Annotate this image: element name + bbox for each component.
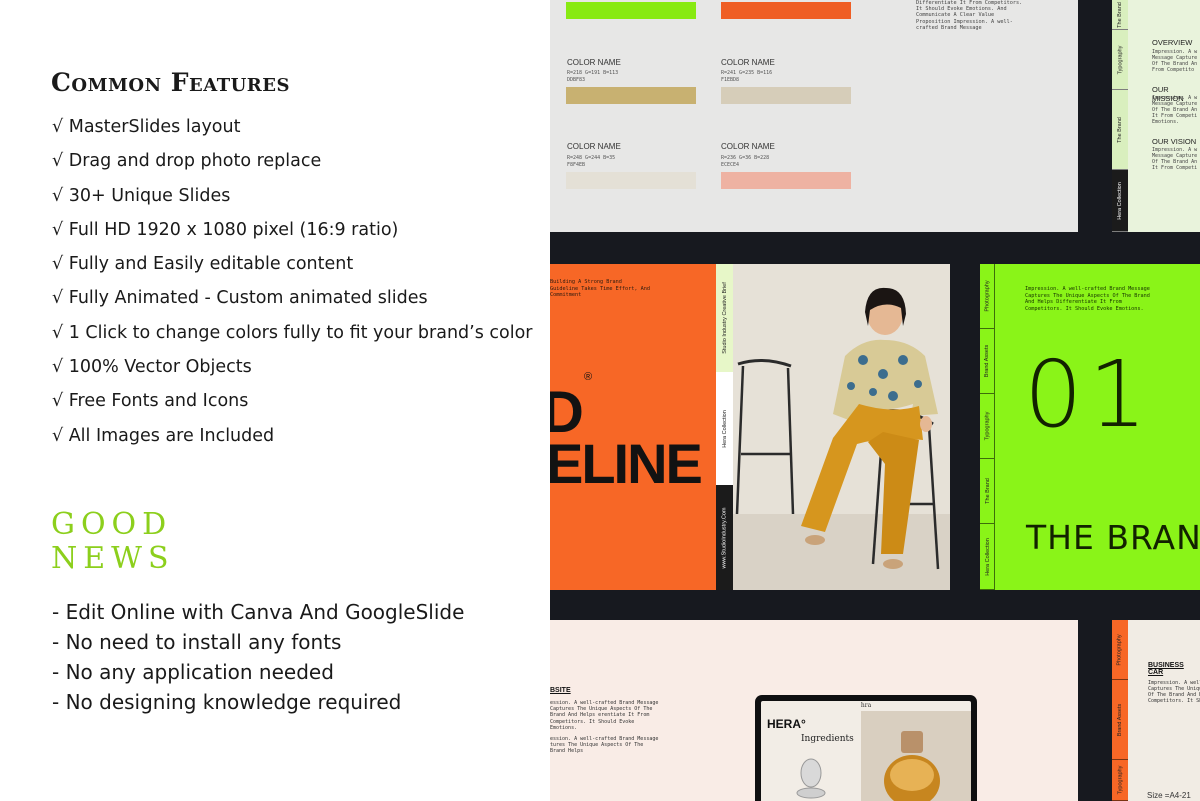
tab: Brand Assets — [1112, 680, 1128, 760]
model-photo — [733, 264, 950, 590]
feature-item: √ Fully Animated - Custom animated slide… — [52, 288, 428, 309]
color-rgb: R=241 G=235 B=116 — [721, 70, 773, 76]
color-hex: F8F4EB — [567, 162, 586, 168]
features-list: √ MasterSlides layout √ Drag and drop ph… — [52, 115, 533, 458]
color-swatch — [721, 87, 851, 104]
feature-item: √ 30+ Unique Slides — [52, 185, 231, 206]
good-news-list: - Edit Online with Canva And GoogleSlide… — [52, 598, 464, 718]
perfume-bottle-image — [861, 711, 971, 801]
guideline-side-strip: Studio Industry Creative Brief Hera Coll… — [716, 264, 733, 590]
good-news-line: NEWS — [51, 541, 175, 576]
brand-chapter-slide: Photography Brand Assets Typography The … — [980, 264, 1200, 590]
color-name: COLOR NAME — [567, 142, 621, 151]
color-rgb: R=236 G=36 B=228 — [721, 155, 770, 161]
color-swatch — [566, 2, 696, 19]
website-body: ession. A well-crafted Brand Message Cap… — [550, 700, 659, 731]
color-palette-slide: COLOR NAME R=218 G=191 B=113 DDBF83 COLO… — [550, 0, 1078, 232]
overview-tabs: The Brand Typography The Brand Hera Coll… — [1112, 0, 1128, 232]
color-swatch — [721, 172, 851, 189]
registered-mark: ® — [584, 371, 593, 383]
chapter-title: THE BRAND — [1026, 518, 1200, 557]
chapter-number: 01 — [1024, 341, 1154, 448]
color-hex: DDBF83 — [567, 77, 586, 83]
vision-body: Impression. A w Message Capture Of The B… — [1152, 147, 1198, 171]
business-card-body: Impression. A well-c Captures The Unique… — [1148, 680, 1200, 704]
color-hex: F1EBD8 — [721, 77, 740, 83]
website-body: ession. A well-crafted Brand Message tur… — [550, 736, 659, 755]
color-swatch — [566, 172, 696, 189]
overview-body: Impression. A w Message Capture Of The B… — [1152, 49, 1198, 73]
overview-heading: OVERVIEW — [1152, 38, 1193, 47]
feature-item: √ Free Fonts and Icons — [52, 391, 249, 412]
common-features-title: Common Features — [51, 68, 290, 97]
business-card-tabs: Photography Brand Assets Typography — [1112, 620, 1128, 801]
tab: Photography — [1112, 620, 1128, 680]
feature-item: √ 100% Vector Objects — [52, 357, 252, 378]
feature-item: √ 1 Click to change colors fully to fit … — [52, 322, 533, 343]
tab: Typography — [1112, 760, 1128, 801]
color-name: COLOR NAME — [721, 142, 775, 151]
laptop-mockup: hra HERA° Ingredients — [755, 695, 977, 801]
ingredient-image — [796, 758, 826, 799]
tab: Hera Collection — [1112, 170, 1128, 232]
good-news-heading: GOOD NEWS — [51, 508, 175, 576]
tab: The Brand — [1112, 90, 1128, 170]
news-item: - No any application needed — [52, 660, 334, 684]
news-item: - No need to install any fonts — [52, 630, 342, 654]
site-brand: HERA° — [767, 717, 806, 731]
tab: The Brand — [1112, 0, 1128, 30]
business-card-heading: BUSINESS CAR — [1148, 662, 1184, 676]
tab: Typography — [980, 394, 995, 459]
feature-item: √ MasterSlides layout — [52, 117, 241, 137]
slides-mockup: COLOR NAME R=218 G=191 B=113 DDBF83 COLO… — [550, 0, 1200, 801]
palette-body-text: Differentiate It From Competitors. It Sh… — [916, 0, 1023, 31]
site-logo: hra — [860, 702, 872, 709]
tab: Photography — [980, 264, 995, 329]
tab: The Brand — [980, 459, 995, 524]
news-item: - No designing knowledge required — [52, 690, 402, 714]
strip-label: Hera Collection — [721, 409, 728, 448]
color-name: COLOR NAME — [567, 58, 621, 67]
laptop-screen: hra HERA° Ingredients — [761, 701, 971, 801]
guideline-title-line: ELINE — [550, 432, 703, 495]
feature-item: √ Full HD 1920 x 1080 pixel (16:9 ratio) — [52, 219, 399, 240]
feature-item: √ All Images are Included — [52, 425, 275, 446]
vision-heading: OUR VISION — [1152, 137, 1197, 146]
color-rgb: R=218 G=191 B=113 — [567, 70, 619, 76]
news-item: - Edit Online with Canva And GoogleSlide — [52, 600, 465, 624]
color-hex: ECECE4 — [721, 162, 740, 168]
site-heading: Ingredients — [801, 734, 854, 744]
strip-label: Studio Industry Creative Brief — [721, 282, 728, 354]
color-swatch — [721, 2, 851, 19]
brand-guideline-slide: Building A Strong Brand Guideline Takes … — [550, 264, 950, 590]
color-rgb: R=248 G=244 B=35 — [567, 155, 616, 161]
feature-item: √ Drag and drop photo replace — [52, 151, 322, 172]
color-swatch — [566, 87, 696, 104]
chapter-tabs: Photography Brand Assets Typography The … — [980, 264, 995, 590]
features-panel: Common Features √ MasterSlides layout √ … — [0, 0, 550, 801]
tab: Brand Assets — [980, 329, 995, 394]
business-card-size: Size =A4-21 — [1147, 791, 1191, 800]
good-news-line: GOOD — [51, 507, 173, 542]
tab: Hera Collection — [980, 524, 995, 590]
mission-body: Impression. A w Message Capture Of The B… — [1152, 95, 1198, 125]
color-name: COLOR NAME — [721, 58, 775, 67]
strip-label: www.StudioIndustry.Com — [721, 506, 728, 569]
chapter-intro-text: Impression. A well-crafted Brand Message… — [1025, 286, 1150, 312]
model-photo-illustration — [733, 264, 950, 590]
guideline-intro-text: Building A Strong Brand Guideline Takes … — [550, 279, 650, 298]
website-slide: BSITE ession. A well-crafted Brand Messa… — [550, 620, 1078, 801]
feature-item: √ Fully and Easily editable content — [52, 254, 354, 275]
tab: Typography — [1112, 30, 1128, 90]
website-heading: BSITE — [550, 687, 571, 694]
